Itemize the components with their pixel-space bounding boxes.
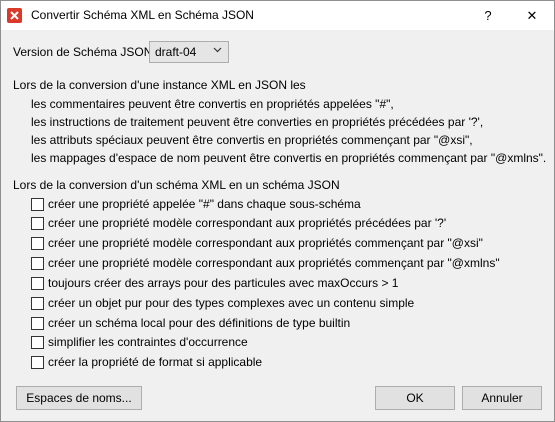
option-checkbox[interactable]: [31, 217, 44, 230]
title-bar: Convertir Schéma XML en Schéma JSON ? ✕: [1, 1, 554, 30]
option-label: créer un objet pur pour des types comple…: [48, 296, 415, 310]
dialog-window: Convertir Schéma XML en Schéma JSON ? ✕ …: [0, 0, 555, 422]
cancel-button[interactable]: Annuler: [462, 386, 542, 410]
namespaces-button[interactable]: Espaces de noms...: [16, 386, 142, 410]
help-button[interactable]: ?: [466, 1, 510, 30]
instance-line: les commentaires peuvent être convertis …: [31, 97, 394, 111]
option-checkbox[interactable]: [31, 257, 44, 270]
option-label: créer une propriété modèle correspondant…: [48, 216, 447, 230]
option-label: toujours créer des arrays pour des parti…: [48, 276, 399, 290]
option-checkbox[interactable]: [31, 297, 44, 310]
schema-heading: Lors de la conversion d'un schéma XML en…: [13, 178, 340, 192]
option-label: créer une propriété modèle correspondant…: [48, 236, 483, 250]
option-label: créer une propriété modèle correspondant…: [48, 256, 500, 270]
version-select-value: draft-04: [155, 45, 197, 59]
instance-line: les attributs spéciaux peuvent être conv…: [31, 133, 473, 147]
option-label: créer un schéma local pour des définitio…: [48, 316, 351, 330]
option-checkbox[interactable]: [31, 237, 44, 250]
option-label: créer la propriété de format si applicab…: [48, 355, 263, 369]
chevron-down-icon: [213, 45, 222, 56]
version-select[interactable]: draft-04: [149, 41, 229, 63]
ok-button[interactable]: OK: [375, 386, 455, 410]
option-label: créer une propriété appelée "#" dans cha…: [48, 197, 361, 211]
option-checkbox[interactable]: [31, 336, 44, 349]
close-button[interactable]: ✕: [510, 1, 554, 30]
window-title: Convertir Schéma XML en Schéma JSON: [31, 8, 254, 22]
instance-heading: Lors de la conversion d'une instance XML…: [13, 78, 306, 92]
instance-line: les instructions de traitement peuvent ê…: [31, 115, 484, 129]
option-checkbox[interactable]: [31, 317, 44, 330]
option-checkbox[interactable]: [31, 277, 44, 290]
version-label: Version de Schéma JSON:: [13, 45, 156, 59]
option-checkbox[interactable]: [31, 356, 44, 369]
instance-line: les mappages d'espace de nom peuvent êtr…: [31, 151, 547, 165]
option-label: simplifier les contraintes d'occurrence: [48, 335, 248, 349]
option-checkbox[interactable]: [31, 198, 44, 211]
app-x-icon: [7, 8, 22, 23]
